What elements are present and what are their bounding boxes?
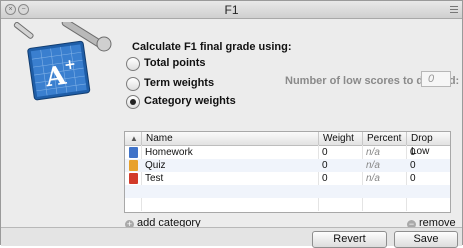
save-button[interactable]: Save [394, 231, 458, 248]
term-weights-label: Term weights [144, 77, 215, 89]
row-drop-low[interactable]: 0 [410, 146, 416, 159]
row-name: Quiz [145, 160, 166, 171]
row-drop-low[interactable]: 0 [410, 172, 416, 185]
table-row[interactable]: Homework 0 n/a 0 [125, 146, 450, 159]
svg-text:+: + [63, 56, 77, 73]
footer-bar: Revert Save [1, 227, 462, 248]
column-header-drop-low[interactable]: Drop Low [406, 132, 450, 157]
blue-book-icon [129, 147, 138, 158]
table-header: ▲ Name Weight Percent Drop Low [125, 132, 450, 157]
row-percent: n/a [366, 160, 380, 171]
empty-row [125, 185, 450, 198]
row-name: Test [145, 173, 164, 184]
grade-app-icon: A + [13, 22, 112, 101]
row-percent: n/a [366, 147, 380, 158]
category-weights-label: Category weights [144, 95, 236, 107]
row-name: Homework [145, 147, 193, 158]
row-percent: n/a [366, 173, 380, 184]
total-points-radio[interactable] [126, 57, 140, 71]
row-drop-low[interactable]: 0 [410, 159, 416, 172]
column-header-percent[interactable]: Percent [362, 132, 406, 145]
column-header-weight[interactable]: Weight [318, 132, 362, 145]
red-book-icon [129, 173, 138, 184]
category-table[interactable]: ▲ Name Weight Percent Drop Low Homework … [124, 131, 451, 213]
sort-indicator-icon[interactable]: ▲ [125, 132, 141, 145]
orange-book-icon [129, 160, 138, 171]
table-row[interactable]: Test 0 n/a 0 [125, 172, 450, 185]
term-weights-radio[interactable] [126, 77, 140, 91]
column-header-name[interactable]: Name [141, 132, 318, 145]
low-scores-field[interactable]: 0 [421, 71, 451, 87]
window-title: F1 [224, 3, 239, 17]
preferences-window: × − F1 A + Calculate F1 final grade usin… [0, 0, 463, 248]
content-area: A + Calculate F1 final grade using: Tota… [1, 19, 462, 229]
row-weight[interactable]: 0 [322, 146, 328, 159]
row-weight[interactable]: 0 [322, 159, 328, 172]
grade-method-heading: Calculate F1 final grade using: [132, 41, 292, 53]
category-weights-radio[interactable] [126, 95, 140, 109]
row-weight[interactable]: 0 [322, 172, 328, 185]
revert-button[interactable]: Revert [312, 231, 387, 248]
title-bar[interactable]: × − F1 [1, 1, 462, 19]
total-points-label: Total points [144, 57, 206, 69]
toolbar-toggle-icon[interactable] [450, 4, 458, 13]
table-row[interactable]: Quiz 0 n/a 0 [125, 159, 450, 172]
